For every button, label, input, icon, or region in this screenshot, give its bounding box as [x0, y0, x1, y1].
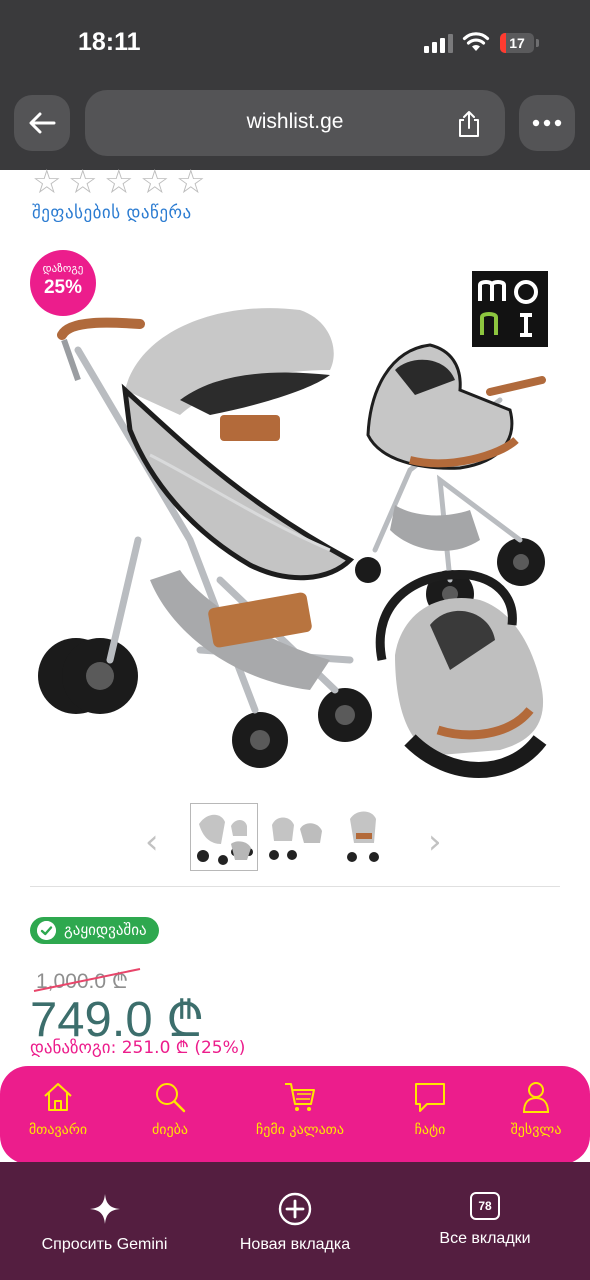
- star-icon[interactable]: ☆: [140, 165, 176, 198]
- nav-search-label: ძიება: [151, 1122, 189, 1138]
- site-bottom-nav: მთავარი ძიება ჩემი კალათა ჩატი შესვლა: [0, 1066, 590, 1164]
- nav-home[interactable]: მთავარი: [18, 1066, 98, 1164]
- home-icon: [44, 1083, 72, 1111]
- address-bar[interactable]: wishlist.ge: [85, 90, 505, 156]
- nav-search[interactable]: ძიება: [130, 1066, 210, 1164]
- discount-label: დაზოგე: [42, 262, 84, 275]
- thumbnail-image: [347, 811, 379, 862]
- check-circle-icon: [37, 921, 56, 940]
- gallery-next-button[interactable]: ›: [428, 822, 442, 862]
- star-icon[interactable]: ☆: [176, 165, 212, 198]
- gemini-sparkle-icon: [89, 1194, 120, 1224]
- more-button[interactable]: [519, 95, 575, 151]
- browser-toolbar: wishlist.ge: [0, 88, 590, 170]
- new-tab-button[interactable]: Новая вкладка: [226, 1192, 364, 1254]
- star-icon[interactable]: ☆: [104, 165, 140, 198]
- more-dots-icon: [532, 119, 562, 127]
- nav-cart-label: ჩემი კალათა: [255, 1122, 345, 1138]
- back-button[interactable]: [14, 95, 70, 151]
- thumbnail-image: [269, 817, 322, 860]
- star-icon[interactable]: ☆: [68, 165, 104, 198]
- tabs-icon: 78: [470, 1192, 500, 1220]
- nav-home-label: მთავარი: [28, 1122, 88, 1138]
- new-tab-label: Новая вкладка: [239, 1236, 351, 1253]
- in-stock-label: გაყიდვაშია: [64, 921, 147, 939]
- browser-bottom-bar: Спросить Gemini Новая вкладка 78 Все вкл…: [0, 1162, 590, 1280]
- nav-chat[interactable]: ჩატი: [390, 1066, 470, 1164]
- user-icon: [522, 1082, 550, 1113]
- thumbnail-image: [197, 814, 253, 865]
- gallery-prev-button[interactable]: ‹: [145, 822, 159, 862]
- in-stock-badge: გაყიდვაშია: [30, 917, 159, 944]
- signal-icon: [424, 34, 453, 53]
- cart-icon: [285, 1083, 315, 1111]
- write-review-link[interactable]: შეფასების დაწერა: [32, 203, 192, 223]
- back-arrow-icon: [29, 112, 56, 134]
- nav-cart[interactable]: ჩემი კალათა: [240, 1066, 360, 1164]
- url-text: wishlist.ge: [246, 110, 344, 133]
- search-icon: [156, 1083, 186, 1113]
- discount-badge: დაზოგე 25%: [30, 250, 96, 316]
- chat-icon: [415, 1083, 445, 1112]
- battery-icon: 17: [500, 33, 540, 53]
- battery-level: 17: [509, 35, 525, 51]
- thumbnail-3[interactable]: [334, 803, 400, 869]
- ask-gemini-label: Спросить Gemini: [41, 1236, 168, 1253]
- all-tabs-button[interactable]: 78 Все вкладки: [428, 1192, 542, 1248]
- divider: [30, 886, 560, 887]
- nav-login-label: შესვლა: [510, 1122, 562, 1138]
- discount-value: 25%: [43, 277, 83, 298]
- share-icon[interactable]: [456, 110, 482, 138]
- star-icon[interactable]: ☆: [32, 165, 68, 198]
- nav-chat-label: ჩატი: [414, 1122, 446, 1138]
- ask-gemini-button[interactable]: Спросить Gemini: [32, 1192, 177, 1254]
- brand-logo: [472, 271, 548, 347]
- nav-login[interactable]: შესვლა: [496, 1066, 576, 1164]
- thumbnail-1[interactable]: [190, 803, 258, 871]
- wifi-icon: [462, 32, 490, 51]
- new-tab-plus-icon: [278, 1192, 312, 1226]
- status-time: 18:11: [78, 28, 141, 56]
- status-bar: 18:11 17: [0, 0, 590, 88]
- savings-text: დანაზოგი: 251.0 ₾ (25%): [30, 1038, 246, 1058]
- rating-stars[interactable]: ☆ ☆ ☆ ☆ ☆: [32, 165, 212, 198]
- thumbnail-2[interactable]: [262, 803, 328, 869]
- all-tabs-label: Все вкладки: [439, 1230, 531, 1247]
